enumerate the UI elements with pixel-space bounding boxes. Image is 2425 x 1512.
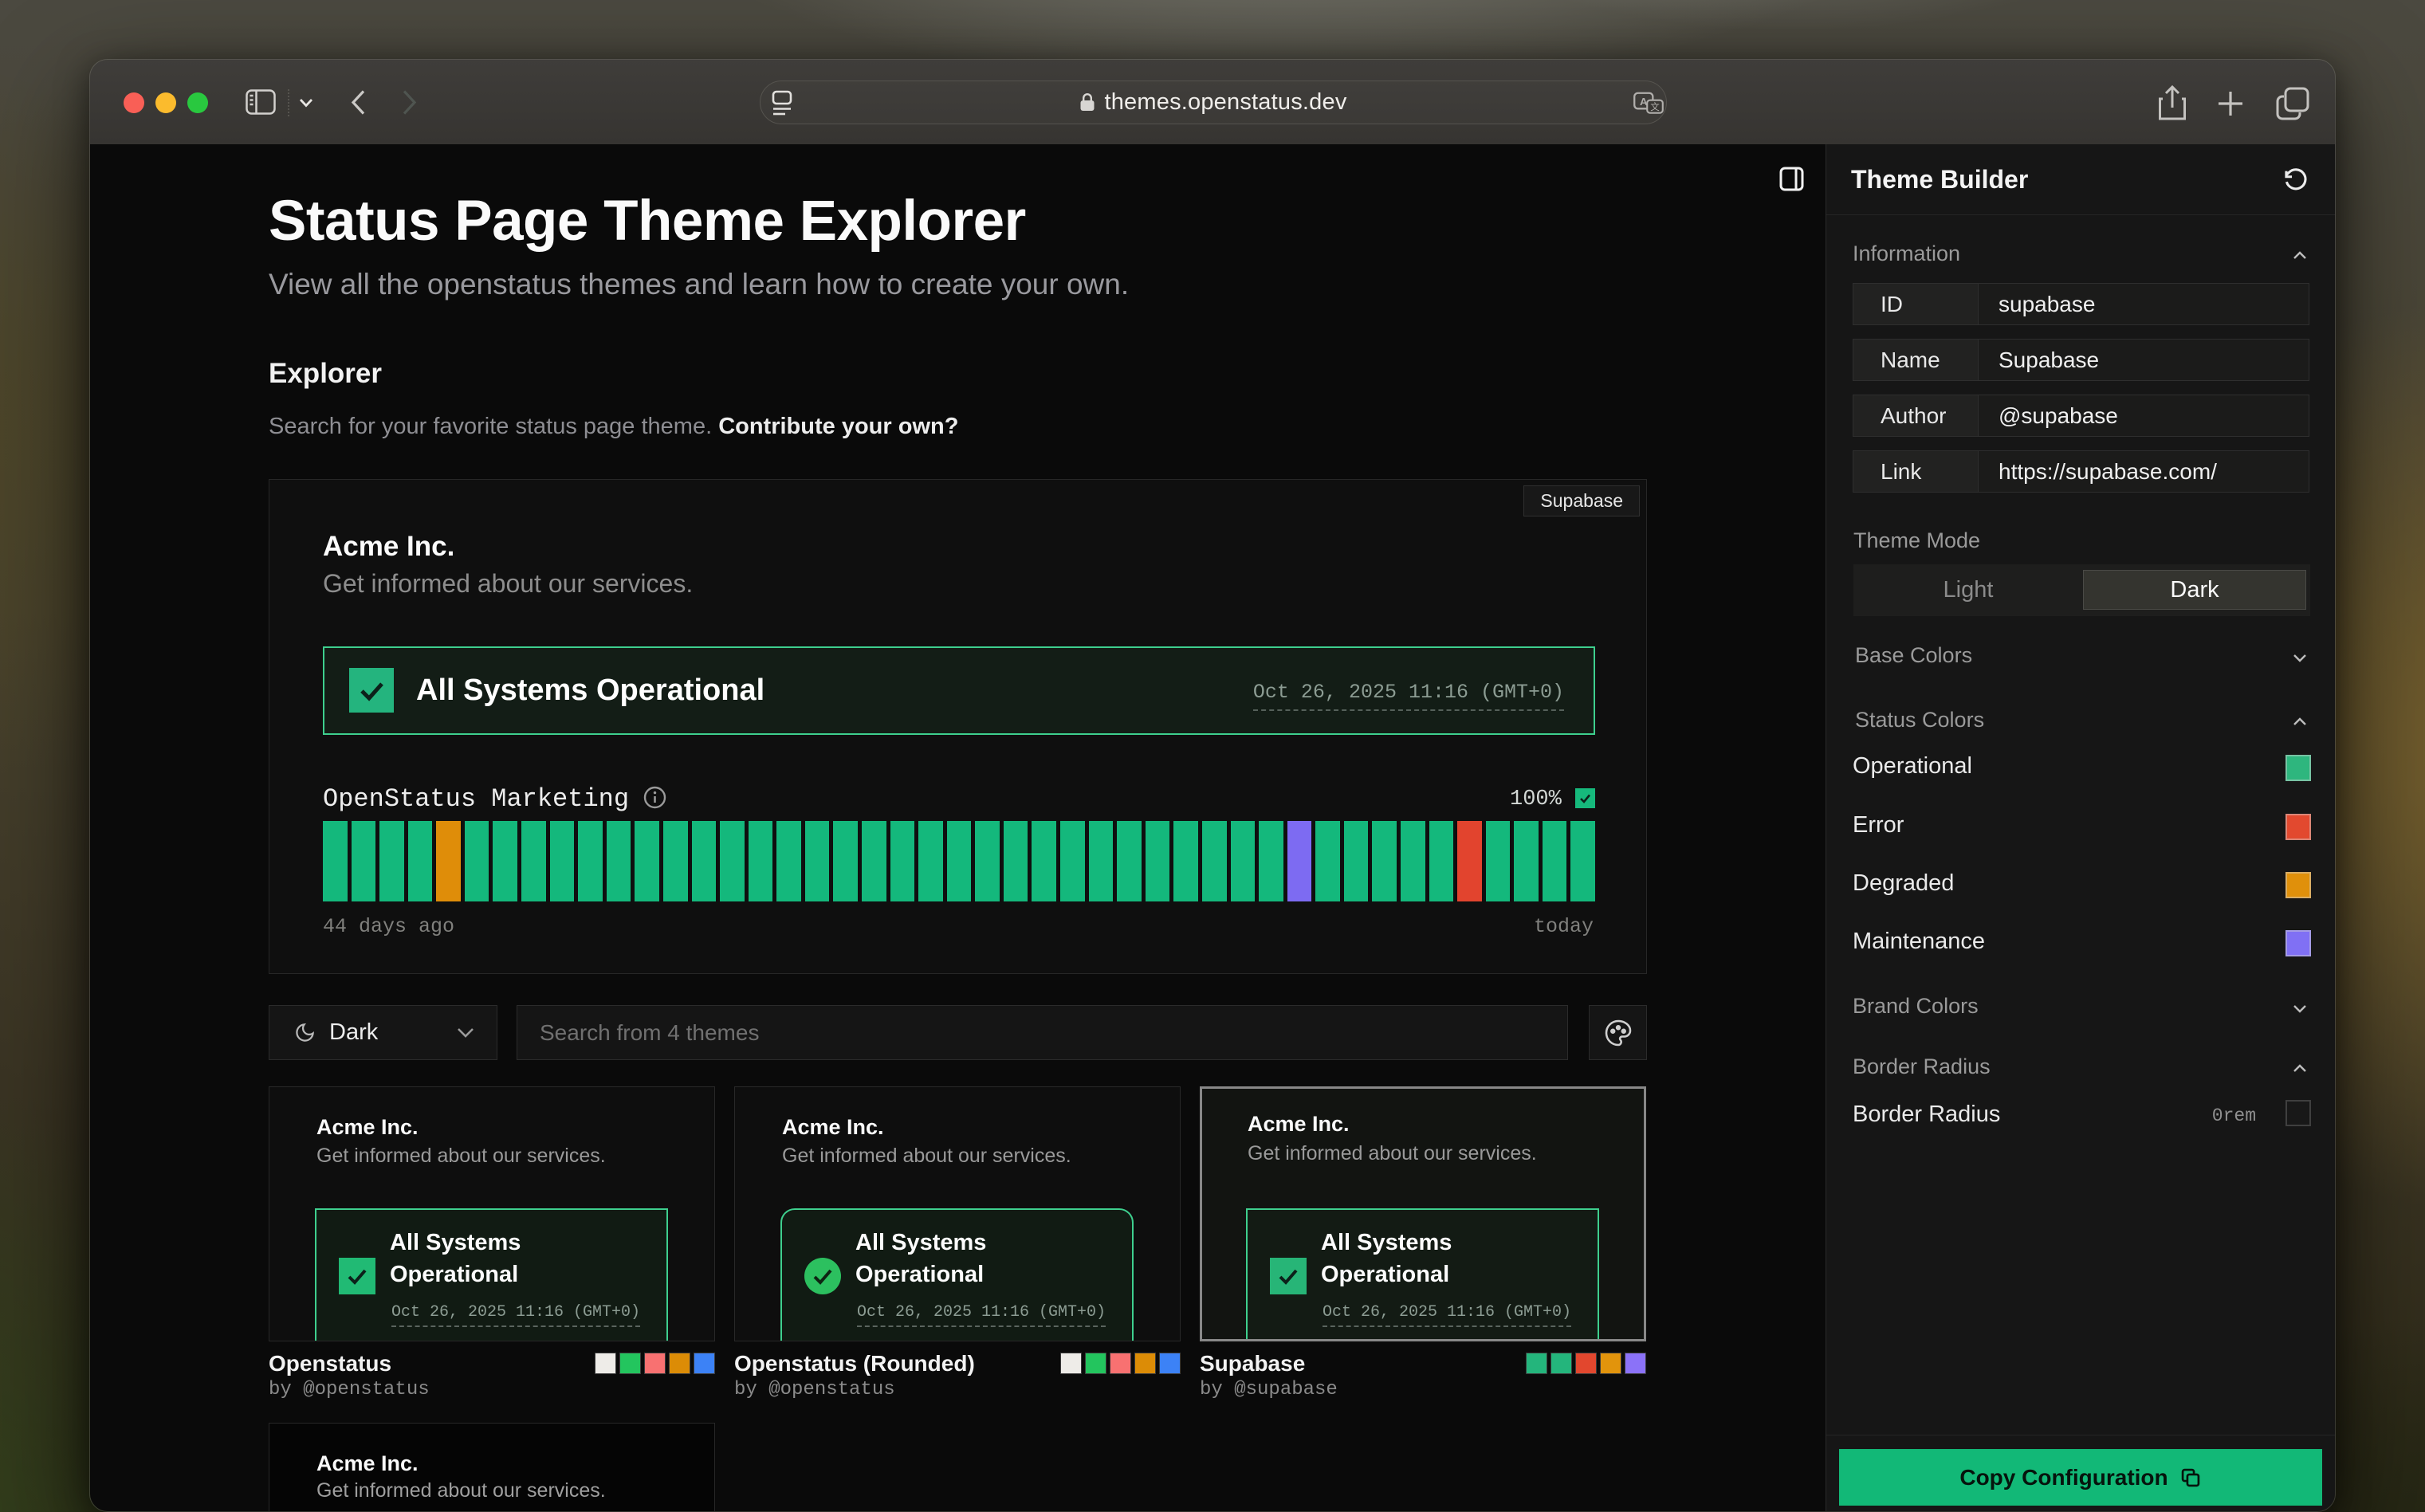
svg-text:文: 文 (1650, 101, 1660, 112)
